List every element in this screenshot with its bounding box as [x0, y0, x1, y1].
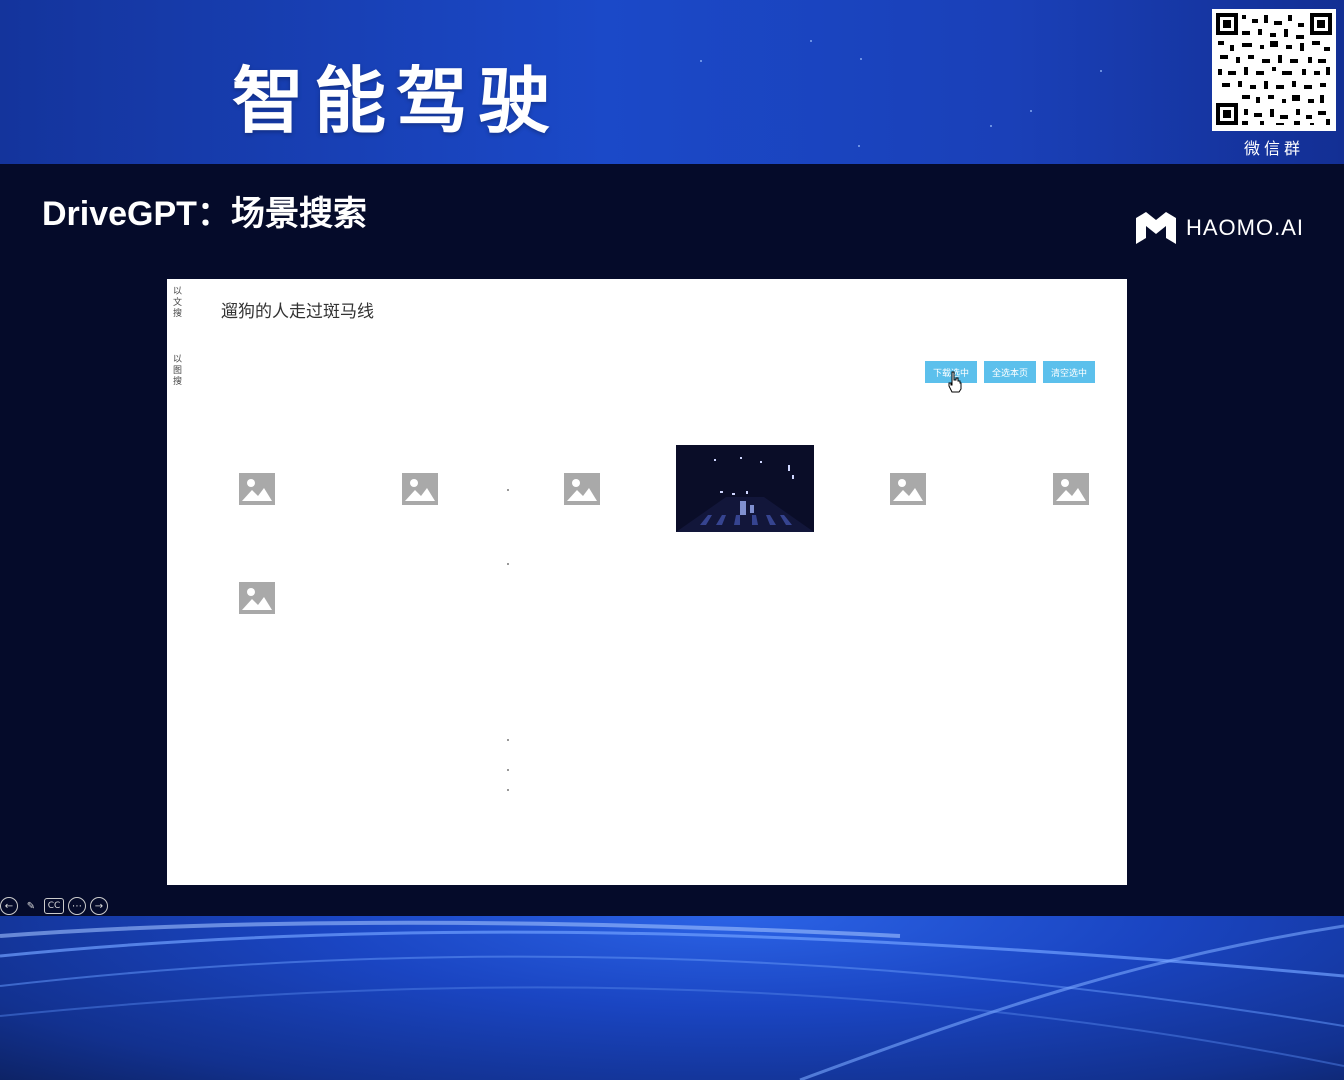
logo-text: HAOMO.AI	[1186, 215, 1305, 240]
more-icon[interactable]: ⋯	[68, 897, 86, 915]
search-app-window: 以文搜 以图搜 遛狗的人走过斑马线 下载选中 全选本页 清空选中	[167, 279, 1127, 885]
slideshow-toolbar: ← ✎ CC ⋯ →	[0, 894, 108, 918]
loading-dot	[507, 563, 509, 565]
night-crosswalk-scene-thumbnail[interactable]	[676, 445, 814, 532]
top-banner: 智能驾驶	[0, 0, 1344, 164]
bottom-decoration	[0, 916, 1344, 1080]
qr-code	[1212, 9, 1336, 131]
clear-selected-button[interactable]: 清空选中	[1043, 361, 1095, 383]
loading-dot	[507, 789, 509, 791]
image-placeholder-icon[interactable]	[239, 473, 275, 505]
image-placeholder-icon[interactable]	[239, 582, 275, 614]
search-query[interactable]: 遛狗的人走过斑马线	[221, 297, 374, 322]
slide-title: DriveGPT：场景搜索	[42, 195, 367, 233]
haomo-logo: HAOMO.AI	[1136, 208, 1304, 248]
loading-dot	[507, 739, 509, 741]
banner-title: 智能驾驶	[232, 59, 561, 143]
select-page-button[interactable]: 全选本页	[984, 361, 1036, 383]
loading-dot	[507, 489, 509, 491]
image-placeholder-icon[interactable]	[564, 473, 600, 505]
image-placeholder-icon[interactable]	[1053, 473, 1089, 505]
tab-text-search[interactable]: 以文搜	[173, 287, 187, 320]
cc-icon[interactable]: CC	[44, 898, 64, 914]
haomo-logo-icon	[1136, 212, 1176, 244]
image-placeholder-icon[interactable]	[890, 473, 926, 505]
tab-image-search[interactable]: 以图搜	[173, 355, 187, 388]
back-arrow-icon[interactable]: ←	[0, 897, 18, 915]
image-placeholder-icon[interactable]	[402, 473, 438, 505]
hand-cursor-icon	[948, 371, 962, 393]
qr-label: 微信群	[1243, 139, 1304, 158]
pen-icon[interactable]: ✎	[22, 897, 40, 915]
loading-dot	[507, 769, 509, 771]
forward-arrow-icon[interactable]: →	[90, 897, 108, 915]
